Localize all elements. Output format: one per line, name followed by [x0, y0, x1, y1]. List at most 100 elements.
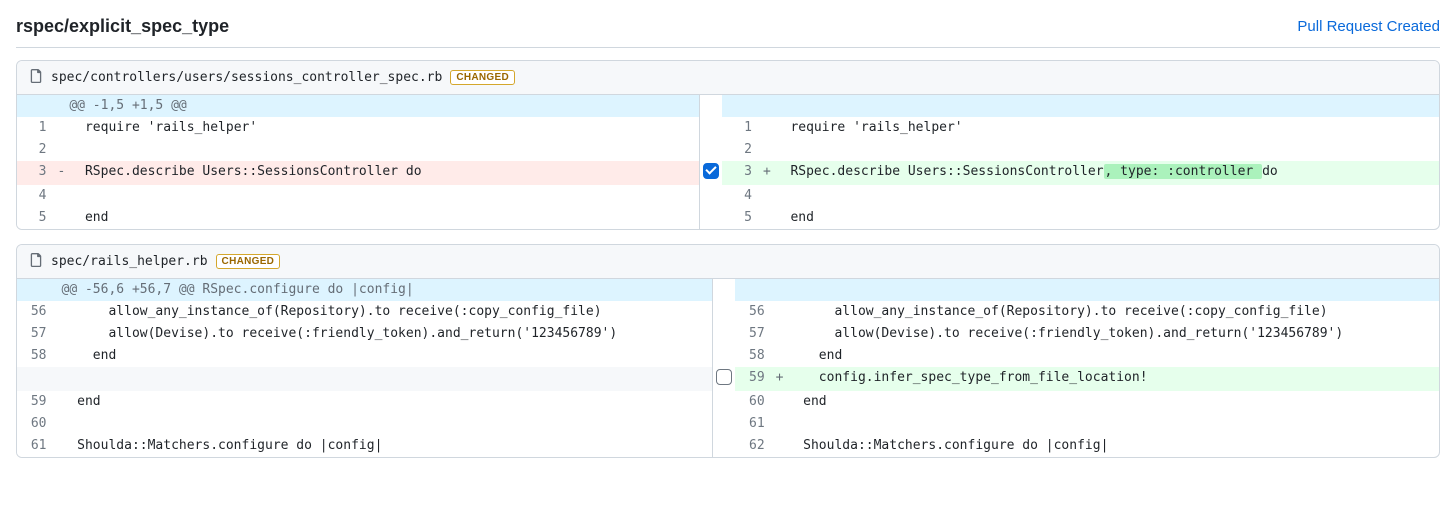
diff-row: 59 end60 end: [17, 391, 1439, 413]
select-change-cell: [700, 185, 723, 207]
select-change-cell: [700, 139, 723, 161]
new-line-number: 61: [735, 413, 775, 435]
new-code: [771, 139, 1439, 161]
diff-sign: [57, 207, 65, 229]
select-change-checkbox[interactable]: [716, 369, 732, 385]
new-line-number: 56: [735, 301, 775, 323]
select-change-cell: [700, 161, 723, 185]
old-line-number: 5: [17, 207, 57, 229]
old-line-number: 60: [17, 413, 57, 435]
select-change-cell: [700, 95, 723, 117]
new-code: [784, 413, 1439, 435]
new-code: end: [784, 391, 1439, 413]
select-change-cell: [700, 117, 723, 139]
old-code: @@ -56,6 +56,7 @@ RSpec.configure do |co…: [58, 279, 713, 301]
diff-sign: [775, 413, 783, 435]
old-line-number: 56: [17, 301, 57, 323]
diff-row: 5 end 5 end: [17, 207, 1439, 229]
diff-sign: [762, 117, 770, 139]
new-line-number: 58: [735, 345, 775, 367]
diff-row: 1 require 'rails_helper' 1 require 'rails…: [17, 117, 1439, 139]
old-line-number: 4: [17, 185, 57, 207]
file-icon: [29, 69, 43, 86]
diff-row: 44: [17, 185, 1439, 207]
new-code: Shoulda::Matchers.configure do |config|: [784, 435, 1439, 457]
diff-sign: [762, 95, 770, 117]
new-code: config.infer_spec_type_from_file_locatio…: [784, 367, 1439, 391]
new-line-number: 3: [722, 161, 762, 185]
new-code: [771, 95, 1439, 117]
select-change-cell: [713, 345, 736, 367]
changed-badge: CHANGED: [450, 70, 515, 85]
select-change-cell: [713, 323, 736, 345]
diff-sign: [775, 391, 783, 413]
pull-request-link[interactable]: Pull Request Created: [1297, 18, 1440, 35]
new-line-number: 62: [735, 435, 775, 457]
file-icon: [29, 253, 43, 270]
diff-row: 59+ config.infer_spec_type_from_file_loc…: [17, 367, 1439, 391]
new-line-number: [722, 95, 762, 117]
new-line-number: 1: [722, 117, 762, 139]
diff-sign: [57, 95, 65, 117]
old-code: [65, 139, 700, 161]
new-code: require 'rails_helper': [771, 117, 1439, 139]
old-line-number: 3: [17, 161, 57, 185]
new-line-number: 5: [722, 207, 762, 229]
diff-table: @@ -56,6 +56,7 @@ RSpec.configure do |co…: [17, 279, 1439, 457]
new-code: end: [771, 207, 1439, 229]
diff-sign: [775, 345, 783, 367]
old-code: allow(Devise).to receive(:friendly_token…: [58, 323, 713, 345]
old-code: [58, 413, 713, 435]
select-change-cell: [713, 391, 736, 413]
old-code: [65, 185, 700, 207]
diff-row: 56 allow_any_instance_of(Repository).to …: [17, 301, 1439, 323]
diff-row: 3- RSpec.describe Users::SessionsControl…: [17, 161, 1439, 185]
diff-sign: -: [57, 161, 65, 185]
file-diff-block: spec/controllers/users/sessions_controll…: [16, 60, 1440, 230]
new-code: allow_any_instance_of(Repository).to rec…: [784, 301, 1439, 323]
diff-row: 22: [17, 139, 1439, 161]
new-code: [771, 185, 1439, 207]
diff-sign: [57, 117, 65, 139]
old-code: RSpec.describe Users::SessionsController…: [65, 161, 700, 185]
old-code: allow_any_instance_of(Repository).to rec…: [58, 301, 713, 323]
changed-badge: CHANGED: [216, 254, 281, 269]
new-line-number: [735, 279, 775, 301]
select-change-cell: [713, 279, 736, 301]
select-change-checkbox[interactable]: [703, 163, 719, 179]
new-code: end: [784, 345, 1439, 367]
old-line-number: 58: [17, 345, 57, 367]
select-change-cell: [713, 367, 736, 391]
old-line-number: [17, 95, 57, 117]
file-path: spec/controllers/users/sessions_controll…: [51, 70, 442, 85]
diff-row: @@ -1,5 +1,5 @@: [17, 95, 1439, 117]
diff-row: 60 61: [17, 413, 1439, 435]
new-code: [784, 279, 1439, 301]
select-change-cell: [713, 301, 736, 323]
diff-sign: [762, 207, 770, 229]
old-line-number: 59: [17, 391, 57, 413]
diff-sign: [775, 279, 783, 301]
new-line-number: 2: [722, 139, 762, 161]
diff-sign: [762, 185, 770, 207]
diff-row: 61 Shoulda::Matchers.configure do |confi…: [17, 435, 1439, 457]
new-code: allow(Devise).to receive(:friendly_token…: [784, 323, 1439, 345]
file-header: spec/rails_helper.rbCHANGED: [17, 245, 1439, 279]
new-line-number: 59: [735, 367, 775, 391]
old-code: [58, 367, 713, 391]
old-line-number: [17, 367, 57, 391]
diff-sign: +: [762, 161, 770, 185]
page-header: rspec/explicit_spec_type Pull Request Cr…: [16, 16, 1440, 48]
old-line-number: [17, 279, 57, 301]
diff-row: @@ -56,6 +56,7 @@ RSpec.configure do |co…: [17, 279, 1439, 301]
diff-sign: [57, 139, 65, 161]
new-code: RSpec.describe Users::SessionsController…: [771, 161, 1439, 185]
diff-sign: [775, 301, 783, 323]
diff-sign: [775, 323, 783, 345]
old-code: end: [58, 391, 713, 413]
old-code: end: [65, 207, 700, 229]
old-code: require 'rails_helper': [65, 117, 700, 139]
select-change-cell: [700, 207, 723, 229]
old-line-number: 1: [17, 117, 57, 139]
old-code: @@ -1,5 +1,5 @@: [65, 95, 700, 117]
